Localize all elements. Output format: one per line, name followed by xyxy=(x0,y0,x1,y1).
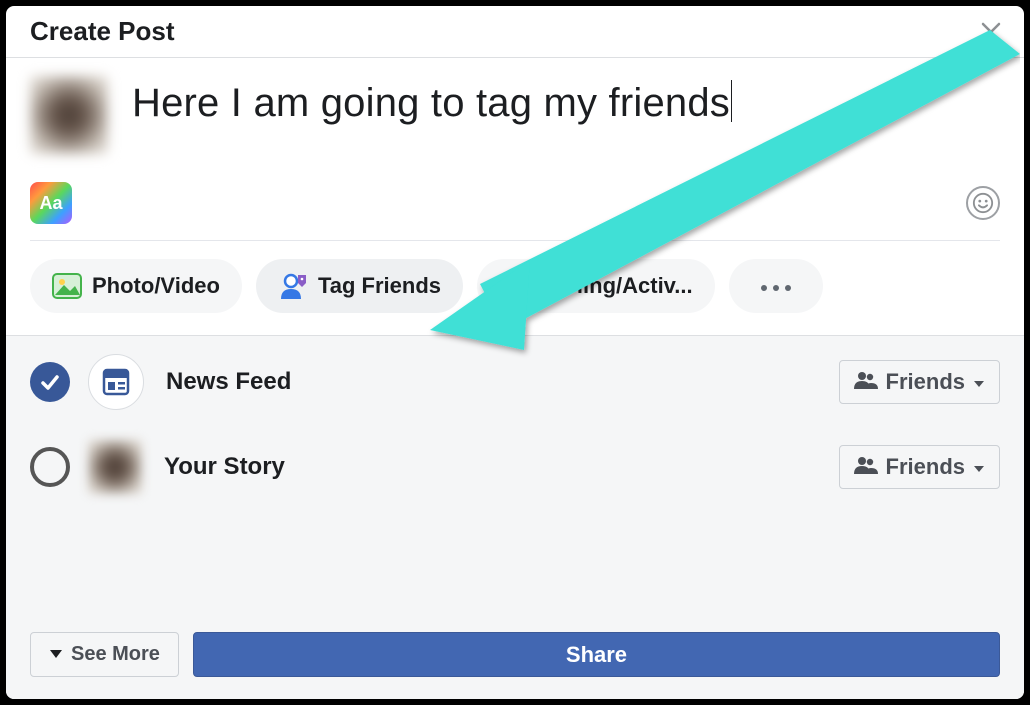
caret-down-icon xyxy=(49,643,63,666)
post-text-value: Here I am going to tag my friends xyxy=(132,81,730,125)
your-story-avatar xyxy=(88,440,142,494)
text-caret xyxy=(731,80,732,122)
caret-down-icon xyxy=(973,454,985,480)
tag-friends-icon xyxy=(278,271,308,301)
friends-icon xyxy=(854,454,878,480)
ellipsis-icon xyxy=(759,273,793,299)
background-picker-button[interactable]: Aa xyxy=(30,182,72,224)
feeling-icon xyxy=(499,271,529,301)
your-story-label: Your Story xyxy=(164,453,839,481)
more-attachments-button[interactable] xyxy=(729,259,823,313)
smiley-icon xyxy=(972,192,994,214)
your-story-audience-label: Friends xyxy=(886,454,965,480)
photo-video-label: Photo/Video xyxy=(92,273,220,299)
feeling-activity-label: Feeling/Activ... xyxy=(539,273,693,299)
friends-icon xyxy=(854,369,878,395)
emoji-button[interactable] xyxy=(966,186,1000,220)
destination-news-feed: News Feed Friends xyxy=(30,354,1000,410)
tag-friends-button[interactable]: Tag Friends xyxy=(256,259,463,313)
tag-friends-label: Tag Friends xyxy=(318,273,441,299)
close-icon xyxy=(980,21,1002,43)
photo-icon xyxy=(52,271,82,301)
aa-icon: Aa xyxy=(39,193,62,214)
share-button[interactable]: Share xyxy=(193,632,1000,677)
post-text-input[interactable]: Here I am going to tag my friends xyxy=(108,76,1000,154)
see-more-label: See More xyxy=(71,643,160,666)
news-feed-audience-label: Friends xyxy=(886,369,965,395)
profile-avatar xyxy=(30,76,108,154)
share-label: Share xyxy=(566,642,627,668)
feeling-activity-button[interactable]: Feeling/Activ... xyxy=(477,259,715,313)
news-feed-audience-button[interactable]: Friends xyxy=(839,360,1000,404)
caret-down-icon xyxy=(973,369,985,395)
close-button[interactable] xyxy=(976,17,1006,47)
dialog-title: Create Post xyxy=(30,16,175,47)
see-more-button[interactable]: See More xyxy=(30,632,179,677)
news-feed-label: News Feed xyxy=(166,368,839,396)
check-icon xyxy=(39,371,61,393)
news-feed-checkbox[interactable] xyxy=(30,362,70,402)
your-story-audience-button[interactable]: Friends xyxy=(839,445,1000,489)
your-story-checkbox[interactable] xyxy=(30,447,70,487)
destination-your-story: Your Story Friends xyxy=(30,440,1000,494)
photo-video-button[interactable]: Photo/Video xyxy=(30,259,242,313)
news-feed-icon xyxy=(88,354,144,410)
